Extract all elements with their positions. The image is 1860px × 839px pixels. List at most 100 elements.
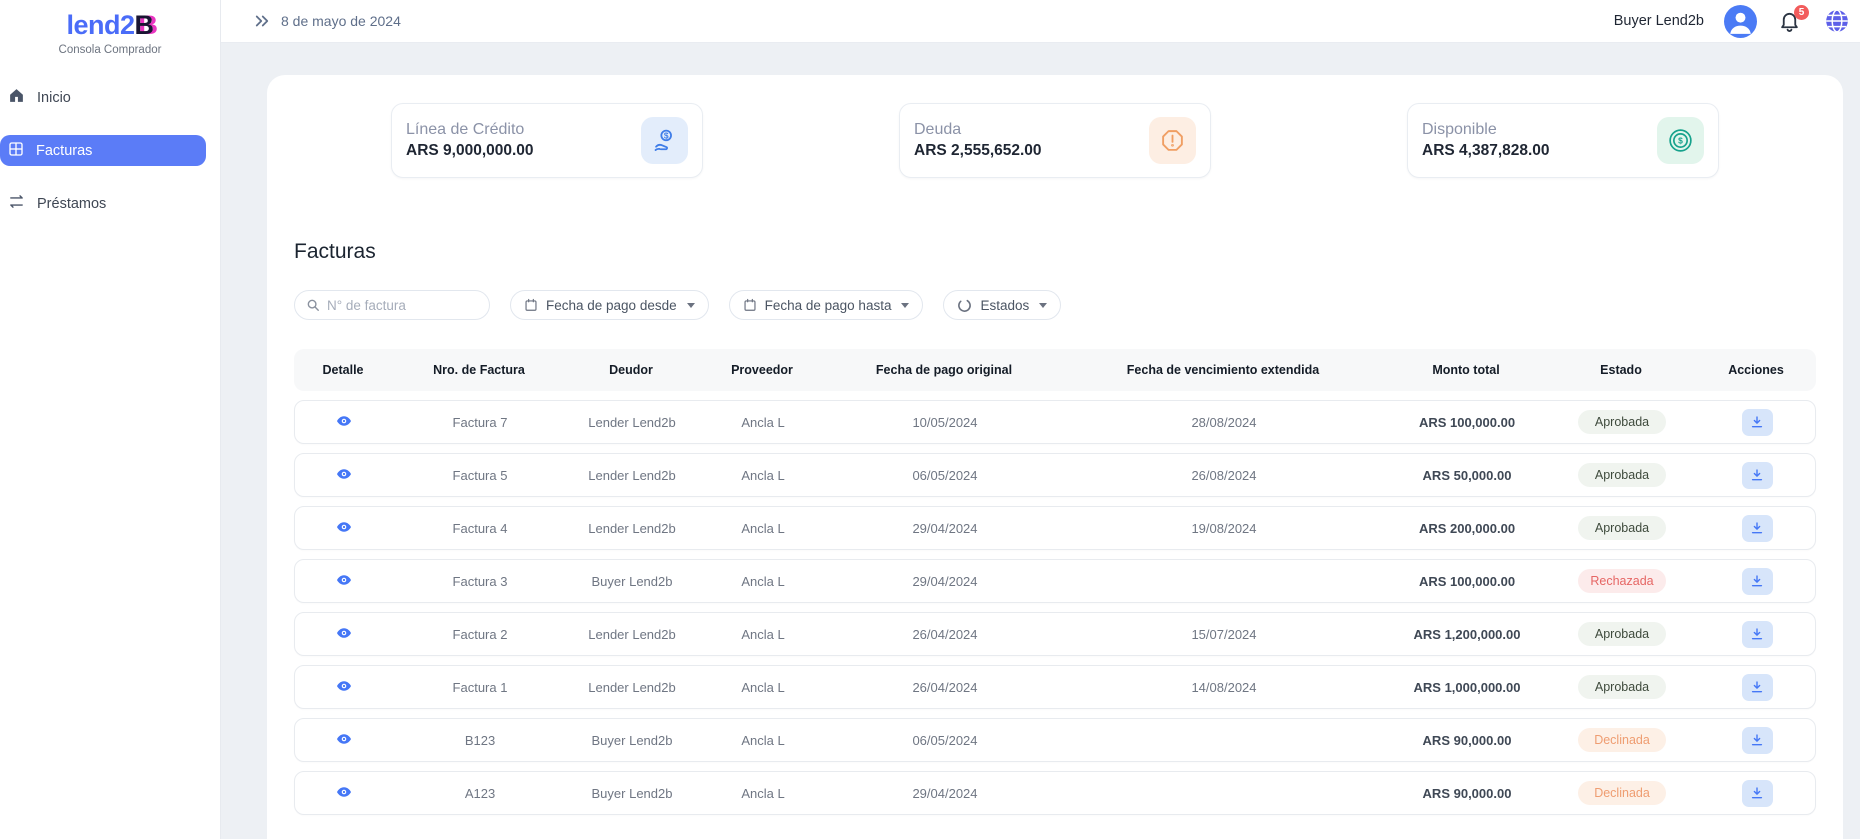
column-header-fecha-pago: Fecha de pago original [828, 363, 1060, 377]
chevron-down-icon [901, 303, 909, 308]
download-icon [1750, 468, 1764, 482]
sidebar-collapse-icon[interactable] [253, 12, 271, 30]
table-row: Factura 3 Buyer Lend2b Ancla L 29/04/202… [294, 559, 1816, 603]
filter-label: Fecha de pago hasta [765, 298, 892, 313]
download-button[interactable] [1742, 462, 1773, 489]
cell-fecha-pago: 26/04/2024 [829, 680, 1061, 695]
filters-bar: Fecha de pago desde Fecha de pago hasta … [294, 290, 1816, 320]
download-button[interactable] [1742, 515, 1773, 542]
stat-title: Disponible [1422, 121, 1550, 139]
logo-accent-letter: B [135, 10, 154, 40]
view-detail-button[interactable] [336, 678, 352, 694]
cell-monto-total: ARS 1,200,000.00 [1387, 627, 1547, 642]
stat-value: ARS 2,555,652.00 [914, 142, 1042, 160]
download-button[interactable] [1742, 621, 1773, 648]
eye-icon [336, 519, 352, 535]
cell-monto-total: ARS 90,000.00 [1387, 786, 1547, 801]
view-detail-button[interactable] [336, 784, 352, 800]
cell-nro-factura: Factura 1 [393, 680, 567, 695]
download-button[interactable] [1742, 674, 1773, 701]
cell-monto-total: ARS 90,000.00 [1387, 733, 1547, 748]
cell-monto-total: ARS 100,000.00 [1387, 415, 1547, 430]
sidebar-nav: Inicio Facturas Préstamos [0, 82, 220, 219]
cell-deudor: Buyer Lend2b [567, 574, 697, 589]
cell-deudor: Buyer Lend2b [567, 733, 697, 748]
cell-deudor: Buyer Lend2b [567, 786, 697, 801]
search-input[interactable] [327, 298, 478, 313]
cell-deudor: Lender Lend2b [567, 415, 697, 430]
status-badge: Aprobada [1578, 463, 1666, 487]
view-detail-button[interactable] [336, 519, 352, 535]
filter-estados[interactable]: Estados [943, 290, 1061, 320]
download-button[interactable] [1742, 568, 1773, 595]
cell-nro-factura: Factura 4 [393, 521, 567, 536]
cell-nro-factura: Factura 7 [393, 415, 567, 430]
status-circle-icon [957, 298, 972, 313]
view-detail-button[interactable] [336, 731, 352, 747]
download-icon [1750, 521, 1764, 535]
column-header-monto: Monto total [1386, 363, 1546, 377]
sidebar-item-label: Facturas [36, 143, 92, 159]
user-name: Buyer Lend2b [1614, 13, 1704, 29]
console-subtitle: Consola Comprador [0, 44, 220, 56]
cell-monto-total: ARS 100,000.00 [1387, 574, 1547, 589]
content-panel: Línea de Crédito ARS 9,000,000.00 $ [267, 75, 1843, 839]
status-badge: Aprobada [1578, 622, 1666, 646]
grid-icon [8, 141, 24, 161]
view-detail-button[interactable] [336, 625, 352, 641]
column-header-estado: Estado [1546, 363, 1696, 377]
cell-fecha-pago: 26/04/2024 [829, 627, 1061, 642]
stat-value: ARS 4,387,828.00 [1422, 142, 1550, 160]
cell-proveedor: Ancla L [697, 468, 829, 483]
status-badge: Rechazada [1578, 569, 1666, 593]
column-header-detalle: Detalle [294, 363, 392, 377]
table-row: Factura 7 Lender Lend2b Ancla L 10/05/20… [294, 400, 1816, 444]
download-button[interactable] [1742, 780, 1773, 807]
sidebar-item-label: Préstamos [37, 196, 106, 212]
stat-card-deuda: Deuda ARS 2,555,652.00 [899, 103, 1211, 178]
user-avatar[interactable] [1724, 5, 1757, 38]
cell-fecha-pago: 29/04/2024 [829, 521, 1061, 536]
calendar-icon [524, 298, 538, 312]
view-detail-button[interactable] [336, 572, 352, 588]
stat-card-disponible: Disponible ARS 4,387,828.00 $ [1407, 103, 1719, 178]
download-button[interactable] [1742, 727, 1773, 754]
cell-proveedor: Ancla L [697, 415, 829, 430]
coins-icon: $ [1657, 117, 1704, 164]
table-row: Factura 5 Lender Lend2b Ancla L 06/05/20… [294, 453, 1816, 497]
cell-deudor: Lender Lend2b [567, 680, 697, 695]
view-detail-button[interactable] [336, 413, 352, 429]
sidebar-item-prestamos[interactable]: Préstamos [0, 188, 206, 219]
cell-nro-factura: Factura 5 [393, 468, 567, 483]
cell-proveedor: Ancla L [697, 680, 829, 695]
cell-monto-total: ARS 50,000.00 [1387, 468, 1547, 483]
filter-label: Fecha de pago desde [546, 298, 677, 313]
page-title: Facturas [294, 240, 1816, 264]
column-header-nro-factura: Nro. de Factura [392, 363, 566, 377]
cell-proveedor: Ancla L [697, 627, 829, 642]
cell-deudor: Lender Lend2b [567, 521, 697, 536]
status-badge: Declinada [1578, 781, 1666, 805]
sidebar-item-label: Inicio [37, 90, 71, 106]
cell-fecha-vencimiento: 19/08/2024 [1061, 521, 1387, 536]
language-button[interactable] [1824, 8, 1850, 34]
svg-text:$: $ [664, 130, 669, 140]
main-content: Línea de Crédito ARS 9,000,000.00 $ [221, 43, 1860, 839]
download-button[interactable] [1742, 409, 1773, 436]
download-icon [1750, 733, 1764, 747]
stat-cards: Línea de Crédito ARS 9,000,000.00 $ [294, 103, 1816, 178]
cell-proveedor: Ancla L [697, 521, 829, 536]
view-detail-button[interactable] [336, 466, 352, 482]
filter-date-to[interactable]: Fecha de pago hasta [729, 290, 924, 320]
notifications-button[interactable]: 5 [1778, 10, 1801, 33]
cell-monto-total: ARS 200,000.00 [1387, 521, 1547, 536]
table-row: Factura 4 Lender Lend2b Ancla L 29/04/20… [294, 506, 1816, 550]
sidebar-item-facturas[interactable]: Facturas [0, 135, 206, 166]
stat-card-linea-credito: Línea de Crédito ARS 9,000,000.00 $ [391, 103, 703, 178]
sidebar-item-inicio[interactable]: Inicio [0, 82, 206, 113]
home-icon [8, 87, 25, 108]
coin-hand-icon: $ [641, 117, 688, 164]
filter-date-from[interactable]: Fecha de pago desde [510, 290, 709, 320]
cell-deudor: Lender Lend2b [567, 627, 697, 642]
table-header: Detalle Nro. de Factura Deudor Proveedor… [294, 349, 1816, 391]
